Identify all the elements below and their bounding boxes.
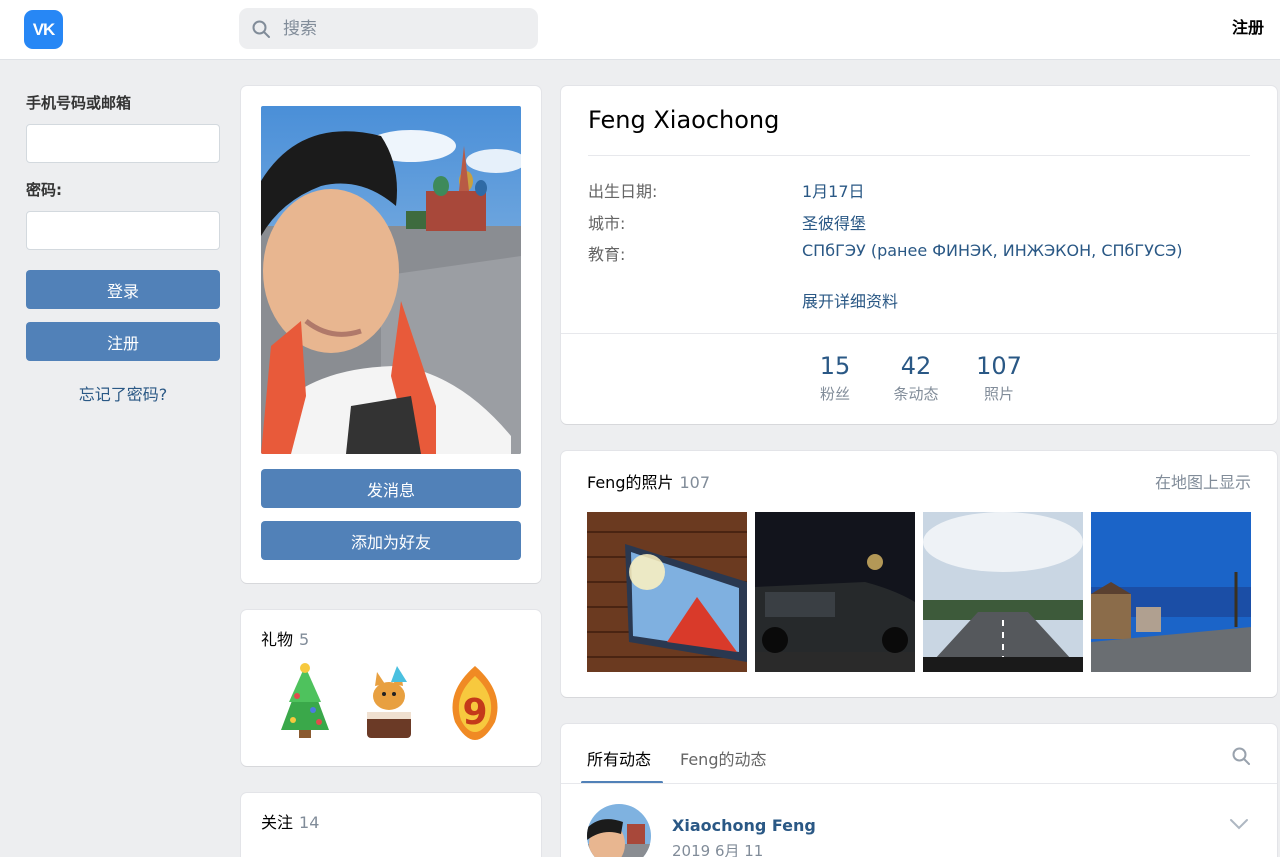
birthday-value[interactable]: 1月17日 [802, 178, 865, 202]
search-box[interactable] [239, 8, 538, 49]
photos-title: Feng的照片 [587, 473, 674, 492]
send-message-button[interactable]: 发消息 [261, 469, 521, 508]
photos-card: Feng的照片 107 在地图上显示 [561, 451, 1277, 697]
photo-thumbnail[interactable] [587, 512, 747, 672]
wall-card: 所有动态 Feng的动态 Xiaochong Feng 2019 6月 11 [561, 724, 1277, 857]
followers-count: 15 [819, 352, 851, 380]
photos-header[interactable]: Feng的照片 107 [587, 469, 710, 493]
posts-count: 42 [900, 352, 932, 380]
christmas-tree-gift-icon[interactable] [269, 662, 341, 744]
add-friend-button[interactable]: 添加为好友 [261, 521, 521, 560]
show-more-link[interactable]: 展开详细资料 [802, 288, 898, 312]
following-title: 关注 [261, 813, 294, 832]
photos-counter[interactable]: 107 照片 [959, 352, 1039, 404]
followers-counter[interactable]: 15 粉丝 [795, 352, 875, 404]
login-form: 手机号码或邮箱 密码: 登录 注册 忘记了密码? [26, 92, 220, 405]
photos-count: 107 [976, 352, 1022, 380]
login-button[interactable]: 登录 [26, 270, 220, 309]
number-9-gift-icon[interactable]: 9 [439, 662, 511, 744]
photo-thumbnail[interactable] [1091, 512, 1251, 672]
profile-info-card: Feng Xiaochong 出生日期: 1月17日 城市: 圣彼得堡 教育: … [561, 86, 1277, 424]
password-input[interactable] [26, 211, 220, 250]
top-header: VK 注册 [0, 0, 1280, 60]
gifts-count: 5 [299, 630, 310, 649]
photo-thumbnail[interactable] [755, 512, 915, 672]
photos-label: 照片 [983, 385, 1014, 403]
vk-logo[interactable]: VK [24, 10, 63, 49]
tab-own-posts[interactable]: Feng的动态 [680, 746, 766, 770]
education-value[interactable]: СПбГЭУ (ранее ФИНЭК, ИНЖЭКОН, СПбГУСЭ) [802, 241, 1182, 260]
divider [588, 155, 1250, 156]
gifts-card: 礼物 5 9 [241, 610, 541, 766]
posts-label: 条动态 [893, 385, 939, 403]
header-register-link[interactable]: 注册 [1232, 14, 1264, 38]
post-date[interactable]: 2019 6月 11 [672, 840, 763, 857]
photo-thumbnail[interactable] [923, 512, 1083, 672]
show-on-map-link[interactable]: 在地图上显示 [1155, 469, 1251, 493]
post-author-link[interactable]: Xiaochong Feng [672, 816, 816, 835]
profile-name: Feng Xiaochong [588, 106, 780, 134]
profile-photo[interactable] [261, 106, 521, 454]
followers-label: 粉丝 [819, 385, 850, 403]
password-label: 密码: [26, 181, 62, 199]
register-button[interactable]: 注册 [26, 322, 220, 361]
tab-all-posts[interactable]: 所有动态 [587, 746, 651, 770]
cat-cake-gift-icon[interactable] [353, 662, 425, 744]
avatar-card: 发消息 添加为好友 [241, 86, 541, 583]
birthday-label: 出生日期: [588, 182, 658, 201]
search-icon [252, 20, 270, 38]
forgot-password-link[interactable]: 忘记了密码? [26, 381, 220, 405]
posts-counter[interactable]: 42 条动态 [876, 352, 956, 404]
divider [561, 783, 1277, 784]
city-label: 城市: [588, 214, 626, 233]
following-header[interactable]: 关注 14 [261, 809, 319, 833]
avatar[interactable] [587, 804, 651, 857]
chevron-down-icon[interactable] [1229, 818, 1249, 830]
following-card: 关注 14 [241, 793, 541, 857]
gifts-title: 礼物 [261, 630, 294, 649]
following-count: 14 [299, 813, 320, 832]
svg-text:9: 9 [462, 692, 487, 733]
phone-email-input[interactable] [26, 124, 220, 163]
phone-email-label: 手机号码或邮箱 [26, 94, 132, 112]
search-icon[interactable] [1231, 746, 1251, 766]
education-label: 教育: [588, 245, 626, 264]
gifts-header[interactable]: 礼物 5 [261, 626, 309, 650]
city-value[interactable]: 圣彼得堡 [802, 210, 866, 234]
search-input[interactable] [283, 18, 523, 39]
divider [561, 333, 1277, 334]
photos-count-small: 107 [679, 473, 711, 492]
